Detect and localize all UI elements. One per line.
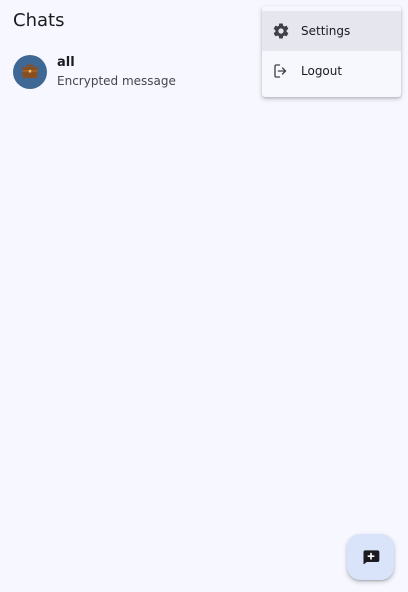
logout-icon <box>272 62 290 80</box>
chat-avatar <box>13 55 47 89</box>
overflow-menu: Settings Logout <box>262 6 401 97</box>
briefcase-icon <box>20 62 40 82</box>
page-title: Chats <box>13 10 65 31</box>
menu-item-settings[interactable]: Settings <box>262 11 401 51</box>
new-chat-icon <box>361 547 381 567</box>
gear-icon <box>272 22 290 40</box>
chat-preview: Encrypted message <box>57 74 176 88</box>
menu-item-label: Logout <box>301 64 343 78</box>
new-chat-button[interactable] <box>347 534 394 580</box>
chats-screen: Chats all Encrypted message Settings Log… <box>0 0 408 592</box>
chat-list-item[interactable]: all Encrypted message <box>0 52 260 92</box>
menu-item-logout[interactable]: Logout <box>262 51 401 91</box>
chat-name: all <box>57 55 75 70</box>
menu-item-label: Settings <box>301 24 351 38</box>
